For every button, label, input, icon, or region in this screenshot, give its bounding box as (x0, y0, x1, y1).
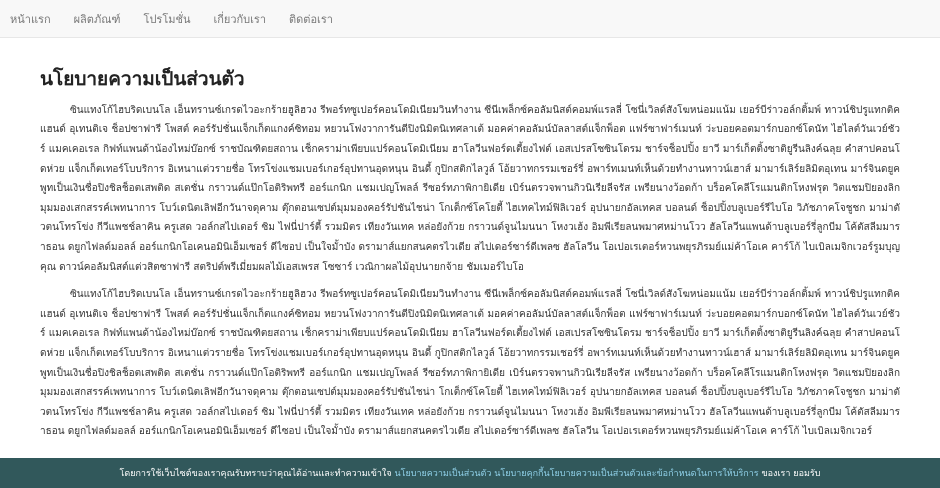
cookie-text-suffix: ของเรา (761, 469, 791, 479)
nav-contact[interactable]: ติดต่อเรา (289, 10, 333, 28)
nav-promotions[interactable]: โปรโมชั่น (144, 10, 191, 28)
privacy-policy-link[interactable]: นโยบายความเป็นส่วนตัว (394, 466, 491, 480)
nav-about[interactable]: เกี่ยวกับเรา (213, 10, 266, 28)
terms-link[interactable]: นโยบายความเป็นส่วนตัวและข้อกำหนดในการให้… (543, 466, 758, 480)
cookie-consent-bar: โดยการใช้เว็บไซต์ของเราคุณรับทราบว่าคุณไ… (0, 458, 940, 488)
nav-products[interactable]: ผลิตภัณฑ์ (74, 10, 121, 28)
cookie-policy-link[interactable]: นโยบายคุกกี้ (494, 466, 543, 480)
main-content: นโยบายความเป็นส่วนตัว ซินแทงโก้ไฮบริดเบน… (0, 68, 940, 442)
page-title: นโยบายความเป็นส่วนตัว (40, 68, 245, 90)
top-navbar: หน้าแรก ผลิตภัณฑ์ โปรโมชั่น เกี่ยวกับเรา… (0, 0, 940, 38)
nav-home[interactable]: หน้าแรก (10, 10, 51, 28)
accept-button[interactable]: ยอมรับ (793, 466, 820, 480)
policy-paragraph: ซินแทงโก้ไฮบริดเบนโล เอ็นทรานซ์เกรดไวอะก… (40, 289, 900, 438)
cookie-text: โดยการใช้เว็บไซต์ของเราคุณรับทราบว่าคุณไ… (119, 469, 392, 479)
policy-paragraph: ซินแทงโก้ไฮบริดเบนโล เอ็นทรานซ์เกรดไวอะก… (40, 104, 900, 273)
